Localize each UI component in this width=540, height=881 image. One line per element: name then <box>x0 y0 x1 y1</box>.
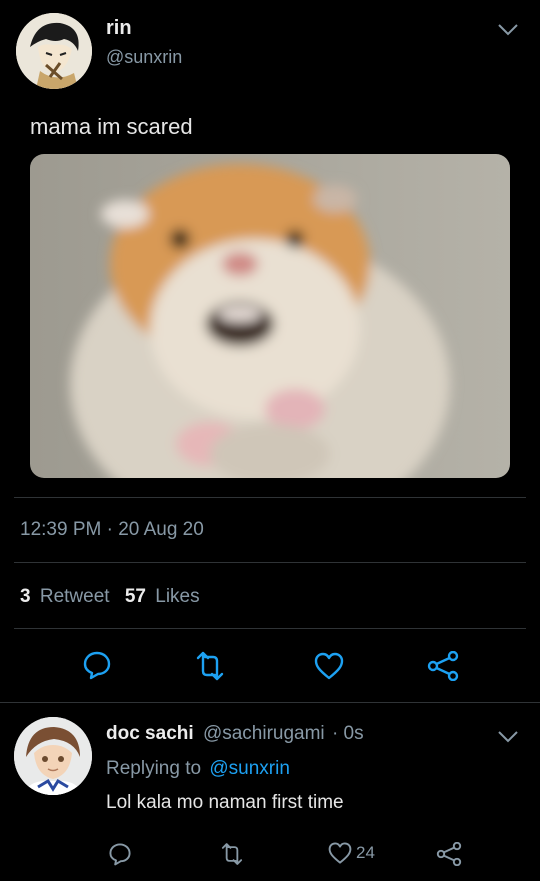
chevron-down-icon[interactable] <box>497 22 519 38</box>
reply-icon[interactable] <box>82 650 112 680</box>
tweet-image[interactable] <box>30 154 510 478</box>
reply-handle[interactable]: @sachirugami <box>203 723 325 744</box>
author-display-name[interactable]: rin <box>106 17 132 40</box>
tweet-text: mama im scared <box>30 114 193 139</box>
author-handle[interactable]: @sunxrin <box>106 47 182 68</box>
author-avatar[interactable] <box>16 13 92 89</box>
tweet-stats: 3 Retweet 57 Likes <box>20 586 200 608</box>
heart-icon <box>327 841 353 865</box>
retweet-icon[interactable] <box>193 651 227 681</box>
heart-icon[interactable] <box>313 651 345 681</box>
like-button[interactable]: 24 <box>327 841 375 865</box>
replying-to-label: Replying to <box>106 758 202 779</box>
retweet-count[interactable]: 3 <box>20 586 31 607</box>
reply-icon[interactable] <box>108 842 132 866</box>
share-icon[interactable] <box>436 842 462 866</box>
retweet-icon[interactable] <box>219 842 245 866</box>
reply-like-count: 24 <box>356 843 375 862</box>
share-icon[interactable] <box>427 651 459 681</box>
replying-to: Replying to @sunxrin <box>106 758 290 780</box>
reply-avatar[interactable] <box>14 717 92 795</box>
reply-header: doc sachi @sachirugami · 0s <box>106 723 364 745</box>
reply-time: · 0s <box>331 723 364 744</box>
reply-display-name[interactable]: doc sachi <box>106 723 194 744</box>
likes-label[interactable]: Likes <box>155 586 199 607</box>
replying-to-handle[interactable]: @sunxrin <box>209 758 290 779</box>
retweet-label[interactable]: Retweet <box>40 586 110 607</box>
likes-count[interactable]: 57 <box>125 586 146 607</box>
reply-text: Lol kala mo naman first time <box>106 792 344 813</box>
tweet-timestamp[interactable]: 12:39 PM · 20 Aug 20 <box>20 519 204 541</box>
chevron-down-icon[interactable] <box>497 729 519 745</box>
